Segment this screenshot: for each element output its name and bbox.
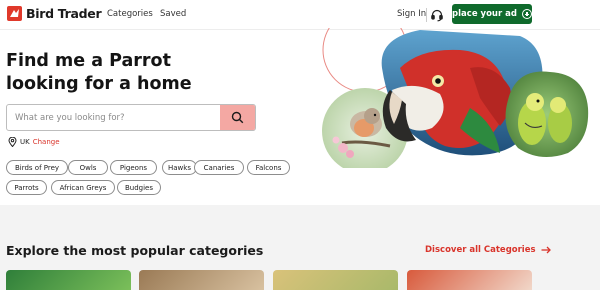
location-row: UK Change [8, 137, 60, 147]
bird-logo-icon [7, 6, 22, 21]
chip-birds-of-prey[interactable]: Birds of Prey [6, 160, 68, 175]
nav-saved[interactable]: Saved [160, 9, 186, 19]
nav-categories[interactable]: Categories [107, 9, 153, 19]
search-button[interactable] [220, 105, 255, 130]
category-card-2[interactable] [139, 270, 264, 290]
search-bar [6, 104, 256, 131]
chip-owls[interactable]: Owls [68, 160, 108, 175]
sign-in-link[interactable]: Sign In [397, 9, 426, 19]
category-card-1[interactable] [6, 270, 131, 290]
arrow-right-icon [541, 246, 551, 254]
chip-african-greys[interactable]: African Greys [51, 180, 115, 195]
headset-icon[interactable] [430, 7, 444, 22]
chip-hawks[interactable]: Hawks [162, 160, 197, 175]
categories-heading: Explore the most popular categories [6, 243, 264, 258]
chip-parrots[interactable]: Parrots [6, 180, 47, 195]
hero-bird-collage [322, 28, 589, 168]
search-input[interactable] [7, 105, 221, 130]
chip-canaries[interactable]: Canaries [194, 160, 244, 175]
location-pin-icon [8, 137, 17, 147]
change-location-link[interactable]: Change [33, 138, 60, 146]
search-icon [231, 111, 244, 124]
place-ad-label: place your ad [452, 9, 517, 19]
location-country: UK [20, 138, 30, 146]
plus-circle-icon [521, 9, 532, 19]
chip-falcons[interactable]: Falcons [247, 160, 290, 175]
chip-budgies[interactable]: Budgies [117, 180, 161, 195]
page-title: Find me a Parrot looking for a home [6, 51, 192, 94]
budgie-image [505, 71, 589, 157]
discover-all-categories-link[interactable]: Discover all Categories [425, 245, 551, 255]
brand-logo[interactable]: Bird Trader [7, 6, 102, 21]
header-divider [426, 8, 427, 22]
category-card-3[interactable] [273, 270, 398, 290]
chip-pigeons[interactable]: Pigeons [110, 160, 157, 175]
place-ad-button[interactable]: place your ad [452, 4, 532, 24]
brand-name: Bird Trader [26, 6, 102, 21]
category-card-4[interactable] [407, 270, 532, 290]
top-header: Bird Trader Categories Saved Sign In pla… [0, 0, 600, 30]
